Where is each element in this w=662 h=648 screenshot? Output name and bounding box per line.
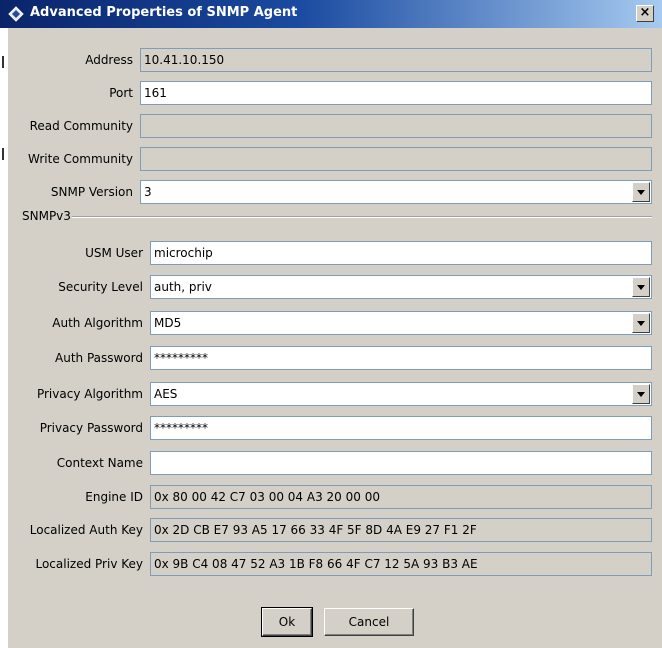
privacy-password-label: Privacy Password xyxy=(39,421,143,435)
close-button[interactable]: × xyxy=(636,5,654,22)
read-community-field xyxy=(140,114,652,138)
localized-priv-key-field: 0x 9B C4 08 47 52 A3 1B F8 66 4F C7 12 5… xyxy=(150,552,652,576)
address-value: 10.41.10.150 xyxy=(144,53,225,67)
close-icon: × xyxy=(639,5,651,20)
auth-algorithm-value: MD5 xyxy=(154,316,182,330)
auth-algorithm-select[interactable]: MD5 xyxy=(150,311,652,335)
engine-id-field: 0x 80 00 42 C7 03 00 04 A3 20 00 00 xyxy=(150,485,652,509)
snmp-agent-properties-dialog: Advanced Properties of SNMP Agent × Addr… xyxy=(0,0,662,648)
address-field: 10.41.10.150 xyxy=(140,48,652,72)
desktop-artifact xyxy=(2,148,4,160)
localized-auth-key-value: 0x 2D CB E7 93 A5 17 66 33 4F 5F 8D 4A E… xyxy=(154,523,477,537)
security-level-label: Security Level xyxy=(58,280,143,294)
desktop-edge xyxy=(0,0,8,648)
localized-auth-key-field: 0x 2D CB E7 93 A5 17 66 33 4F 5F 8D 4A E… xyxy=(150,518,652,542)
chevron-down-icon[interactable] xyxy=(632,277,650,297)
usm-user-value: microchip xyxy=(154,246,213,260)
usm-user-label: USM User xyxy=(85,246,143,260)
section-divider xyxy=(72,216,652,218)
port-value: 161 xyxy=(144,86,167,100)
snmp-version-select[interactable]: 3 xyxy=(140,180,652,204)
privacy-password-value: ********* xyxy=(154,421,208,435)
auth-password-input[interactable]: ********* xyxy=(150,346,652,370)
write-community-field xyxy=(140,147,652,171)
app-diamond-icon xyxy=(8,6,24,22)
chevron-down-icon[interactable] xyxy=(632,384,650,404)
cancel-button[interactable]: Cancel xyxy=(324,608,414,636)
privacy-algorithm-select[interactable]: AES xyxy=(150,382,652,406)
privacy-password-input[interactable]: ********* xyxy=(150,416,652,440)
engine-id-label: Engine ID xyxy=(85,490,143,504)
desktop-artifact xyxy=(2,56,4,68)
title-bar[interactable]: Advanced Properties of SNMP Agent × xyxy=(0,0,662,28)
auth-password-label: Auth Password xyxy=(55,351,143,365)
privacy-algorithm-value: AES xyxy=(154,387,178,401)
security-level-value: auth, priv xyxy=(154,280,212,294)
chevron-down-icon[interactable] xyxy=(632,182,650,202)
auth-password-value: ********* xyxy=(154,351,208,365)
localized-priv-key-label: Localized Priv Key xyxy=(35,557,143,571)
window-title: Advanced Properties of SNMP Agent xyxy=(30,5,298,20)
context-name-label: Context Name xyxy=(56,456,143,470)
localized-priv-key-value: 0x 9B C4 08 47 52 A3 1B F8 66 4F C7 12 5… xyxy=(154,557,478,571)
snmp-version-value: 3 xyxy=(144,185,152,199)
port-label: Port xyxy=(109,86,133,100)
usm-user-input[interactable]: microchip xyxy=(150,241,652,265)
auth-algorithm-label: Auth Algorithm xyxy=(52,316,143,330)
write-community-label: Write Community xyxy=(28,152,133,166)
address-label: Address xyxy=(85,53,133,67)
read-community-label: Read Community xyxy=(29,119,133,133)
chevron-down-icon[interactable] xyxy=(632,313,650,333)
port-input[interactable]: 161 xyxy=(140,81,652,105)
snmp-version-label: SNMP Version xyxy=(50,185,133,199)
privacy-algorithm-label: Privacy Algorithm xyxy=(36,387,143,401)
context-name-input[interactable] xyxy=(150,451,652,475)
ok-button[interactable]: Ok xyxy=(261,607,313,637)
snmpv3-section-label: SNMPv3 xyxy=(22,209,71,223)
security-level-select[interactable]: auth, priv xyxy=(150,275,652,299)
engine-id-value: 0x 80 00 42 C7 03 00 04 A3 20 00 00 xyxy=(154,490,380,504)
localized-auth-key-label: Localized Auth Key xyxy=(29,523,143,537)
